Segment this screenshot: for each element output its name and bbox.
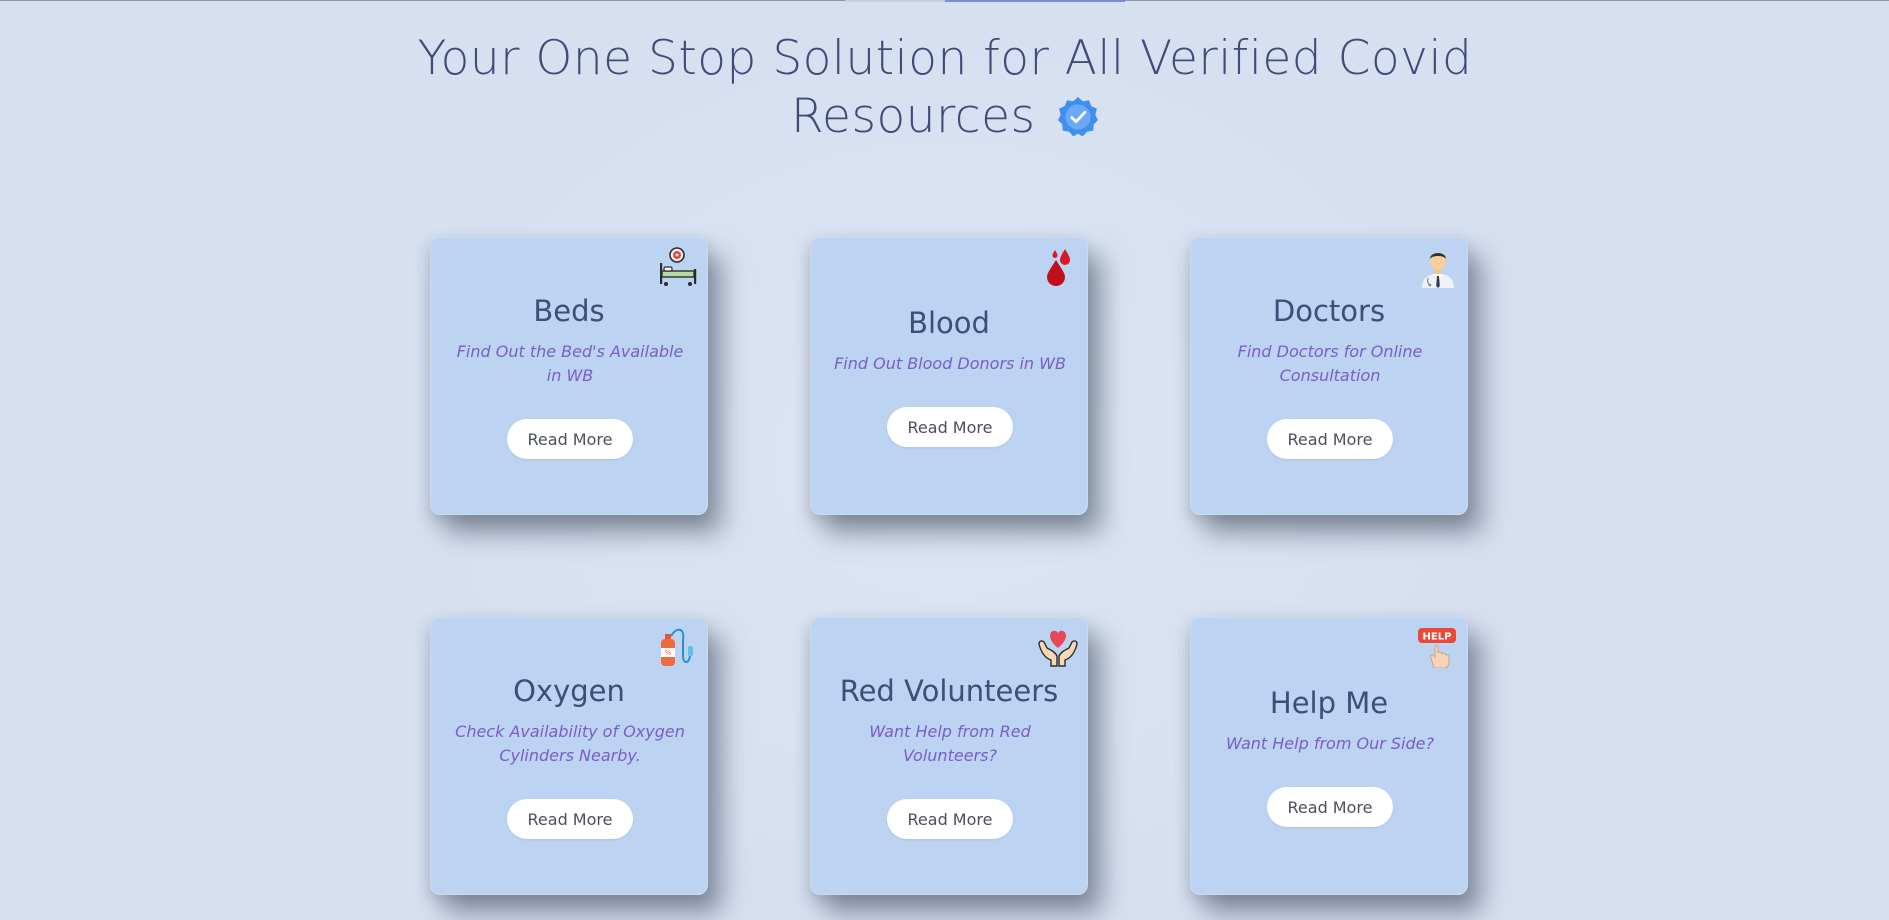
resource-card-help-me: HELP Help Me Want Help from Our Side? Re…	[1190, 617, 1468, 895]
read-more-button-beds[interactable]: Read More	[507, 419, 633, 459]
card-title: Red Volunteers	[839, 674, 1059, 708]
card-description: Check Availability of Oxygen Cylinders N…	[455, 722, 685, 765]
oxygen-cylinder-icon: %	[661, 628, 693, 666]
page-title: Your One Stop Solution for All Verified …	[380, 30, 1510, 146]
verified-badge-icon	[1058, 97, 1098, 137]
card-description: Want Help from Our Side?	[1226, 734, 1434, 753]
card-title: Blood	[908, 306, 990, 340]
svg-text:%: %	[665, 649, 672, 657]
card-description: Find Doctors for Online Consultation	[1237, 342, 1423, 385]
page-title-line2: Resources	[791, 89, 1036, 144]
resource-card-red-volunteers: Red Volunteers Want Help from Red Volunt…	[810, 617, 1088, 895]
help-hand-icon: HELP	[1418, 628, 1456, 668]
resource-card-blood: Blood Find Out Blood Donors in WB Read M…	[810, 237, 1088, 515]
read-more-button-doctors[interactable]: Read More	[1267, 419, 1393, 459]
card-description: Want Help from Red Volunteers?	[869, 722, 1031, 765]
resource-card-oxygen: % Oxygen Check Availability of Oxygen Cy…	[430, 617, 708, 895]
read-more-button-oxygen[interactable]: Read More	[507, 799, 633, 839]
card-title: Beds	[533, 294, 605, 328]
resource-card-doctors: Doctors Find Doctors for Online Consulta…	[1190, 237, 1468, 515]
read-more-button-help-me[interactable]: Read More	[1267, 787, 1393, 827]
blood-drops-icon	[1047, 249, 1070, 286]
read-more-button-blood[interactable]: Read More	[887, 407, 1013, 447]
svg-text:HELP: HELP	[1423, 632, 1452, 643]
card-description: Find Out the Bed's Available in WB	[456, 342, 684, 385]
heart-hands-icon	[1038, 630, 1078, 667]
page-title-line1: Your One Stop Solution for All Verified …	[417, 31, 1473, 86]
resource-card-beds: Beds Find Out the Bed's Available in WB …	[430, 237, 708, 515]
hospital-bed-icon	[660, 247, 697, 286]
doctor-icon	[1422, 252, 1454, 288]
read-more-button-red-volunteers[interactable]: Read More	[887, 799, 1013, 839]
card-title: Doctors	[1272, 294, 1386, 328]
card-description: Find Out Blood Donors in WB	[834, 354, 1066, 373]
card-title: Oxygen	[513, 674, 625, 708]
card-title: Help Me	[1269, 686, 1389, 720]
